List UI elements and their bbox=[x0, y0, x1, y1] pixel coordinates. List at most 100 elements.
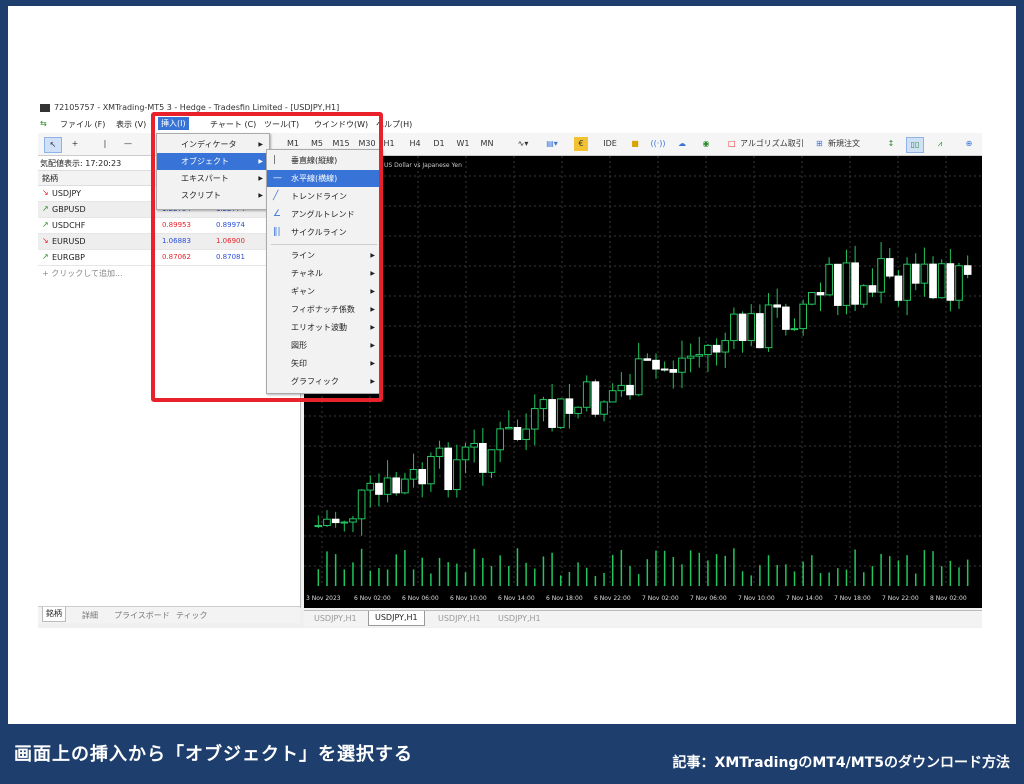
template-icon[interactable]: ▤▾ bbox=[540, 137, 564, 151]
chart-canvas[interactable] bbox=[304, 156, 982, 608]
lock-icon[interactable]: ■ bbox=[628, 137, 642, 151]
arrow-up-icon: ↗ bbox=[42, 204, 49, 213]
candle-body bbox=[747, 313, 756, 342]
candle-body bbox=[660, 368, 669, 371]
candle-body bbox=[903, 263, 911, 301]
market-icon[interactable]: ◉ bbox=[698, 137, 714, 151]
red-highlight-box bbox=[151, 112, 383, 402]
main-caption: 画面上の挿入から「オブジェクト」を選択する bbox=[14, 744, 413, 765]
candle-body bbox=[591, 381, 600, 415]
algo-icon: □ bbox=[728, 139, 736, 148]
add-symbol-row[interactable]: + クリックして追加... bbox=[42, 268, 123, 279]
candle-body bbox=[704, 344, 712, 356]
app-icon bbox=[40, 104, 50, 112]
tab-priceboard[interactable]: プライスボード bbox=[114, 610, 170, 621]
chart-tab[interactable]: USDJPY,H1 bbox=[438, 614, 481, 623]
tf-w1[interactable]: W1 bbox=[454, 137, 472, 151]
candle-body bbox=[756, 313, 764, 349]
horizontal-line-tool-icon[interactable]: — bbox=[122, 137, 134, 151]
candle-body bbox=[513, 426, 522, 440]
candle-body bbox=[712, 344, 721, 353]
candle-body bbox=[522, 428, 530, 440]
bar-chart-icon[interactable]: ↕ bbox=[884, 137, 898, 151]
algo-trading-button[interactable]: アルゴリズム取引 bbox=[740, 137, 804, 151]
chart-tab[interactable]: USDJPY,H1 bbox=[498, 614, 541, 623]
candle-body bbox=[331, 518, 340, 524]
candle-body bbox=[937, 263, 946, 299]
chart-tab[interactable]: USDJPY,H1 bbox=[314, 614, 357, 623]
x-axis-label: 7 Nov 02:00 bbox=[642, 595, 679, 602]
x-axis-label: 8 Nov 02:00 bbox=[930, 595, 967, 602]
candle-body bbox=[721, 340, 730, 353]
chart-symbol-label: US Dollar vs Japanese Yen bbox=[384, 162, 462, 169]
vertical-line-tool-icon[interactable]: | bbox=[100, 137, 110, 151]
candle-body bbox=[461, 446, 470, 461]
candle-body bbox=[314, 525, 323, 528]
x-axis-label: 7 Nov 10:00 bbox=[738, 595, 775, 602]
candle-body bbox=[617, 384, 626, 392]
candle-body bbox=[608, 390, 617, 403]
candle-body bbox=[920, 263, 929, 284]
ide-button[interactable]: IDE bbox=[600, 137, 620, 151]
candle-body bbox=[877, 258, 885, 293]
market-watch-tabs: 銘柄 詳細 プライスボード ティック bbox=[38, 606, 300, 623]
candle-body bbox=[911, 263, 920, 284]
tab-symbols[interactable]: 銘柄 bbox=[42, 607, 66, 622]
candle-body bbox=[686, 355, 695, 359]
chart-type-icon[interactable]: ∿▾ bbox=[510, 137, 536, 151]
new-order-button[interactable]: 新規注文 bbox=[828, 137, 860, 151]
candle-body bbox=[453, 459, 461, 491]
arrow-up-icon: ↗ bbox=[42, 220, 49, 229]
arrow-down-icon: ↘ bbox=[42, 188, 49, 197]
vps-icon[interactable]: ☁ bbox=[674, 137, 690, 151]
candle-body bbox=[833, 263, 842, 306]
tf-mn[interactable]: MN bbox=[478, 137, 496, 151]
crosshair-icon[interactable]: + bbox=[68, 137, 82, 151]
candle-body bbox=[851, 262, 859, 305]
tf-h4[interactable]: H4 bbox=[406, 137, 424, 151]
candle-body bbox=[444, 447, 453, 491]
candle-body bbox=[894, 275, 903, 301]
candle-body bbox=[634, 358, 643, 396]
tab-details[interactable]: 詳細 bbox=[82, 610, 98, 621]
candle-body bbox=[842, 262, 851, 306]
candle-body bbox=[678, 357, 686, 373]
candle-body bbox=[427, 455, 435, 485]
price-chart[interactable]: US Dollar vs Japanese Yen 3 Nov 2023 6 No… bbox=[304, 156, 982, 608]
candle-body bbox=[738, 313, 747, 342]
symbol: USDJPY bbox=[52, 189, 81, 198]
window-title: 72105757 - XMTrading-MT5 3 - Hedge - Tra… bbox=[54, 103, 340, 112]
tab-ticks[interactable]: ティック bbox=[176, 610, 208, 621]
candle-body bbox=[401, 478, 409, 494]
candle-body bbox=[409, 469, 418, 480]
line-chart-icon[interactable]: ⩘ bbox=[932, 137, 948, 151]
candle-body bbox=[730, 313, 738, 342]
menu-icon[interactable]: ⇆ bbox=[40, 119, 47, 128]
candle-body bbox=[825, 263, 833, 296]
x-axis-label: 3 Nov 2023 bbox=[306, 595, 341, 602]
zoom-in-icon[interactable]: ⊕ bbox=[962, 137, 976, 151]
menu-file[interactable]: ファイル (F) bbox=[60, 119, 105, 130]
candle-body bbox=[885, 258, 894, 277]
chart-tab-active[interactable]: USDJPY,H1 bbox=[368, 611, 425, 626]
candle-body bbox=[349, 518, 357, 523]
cursor-icon[interactable]: ↖ bbox=[44, 137, 62, 153]
candle-body bbox=[868, 285, 877, 293]
market-watch-header: 気配値表示: 17:20:23 bbox=[40, 159, 122, 168]
candle-body bbox=[392, 477, 401, 494]
symbol: USDCHF bbox=[52, 221, 86, 230]
candle-body bbox=[504, 426, 513, 430]
menu-view[interactable]: 表示 (V) bbox=[116, 119, 146, 130]
x-axis-label: 6 Nov 14:00 bbox=[498, 595, 535, 602]
candle-chart-icon[interactable]: ▯▯ bbox=[906, 137, 924, 153]
candle-body bbox=[946, 263, 955, 301]
candle-body bbox=[782, 306, 790, 330]
coin-icon[interactable]: € bbox=[574, 137, 588, 151]
x-axis-label: 7 Nov 18:00 bbox=[834, 595, 871, 602]
candle-body bbox=[652, 359, 660, 370]
candle-body bbox=[582, 381, 591, 408]
signal-icon[interactable]: ((·)) bbox=[650, 137, 666, 151]
candle-body bbox=[669, 369, 678, 373]
tf-d1[interactable]: D1 bbox=[430, 137, 448, 151]
candle-body bbox=[496, 428, 504, 451]
